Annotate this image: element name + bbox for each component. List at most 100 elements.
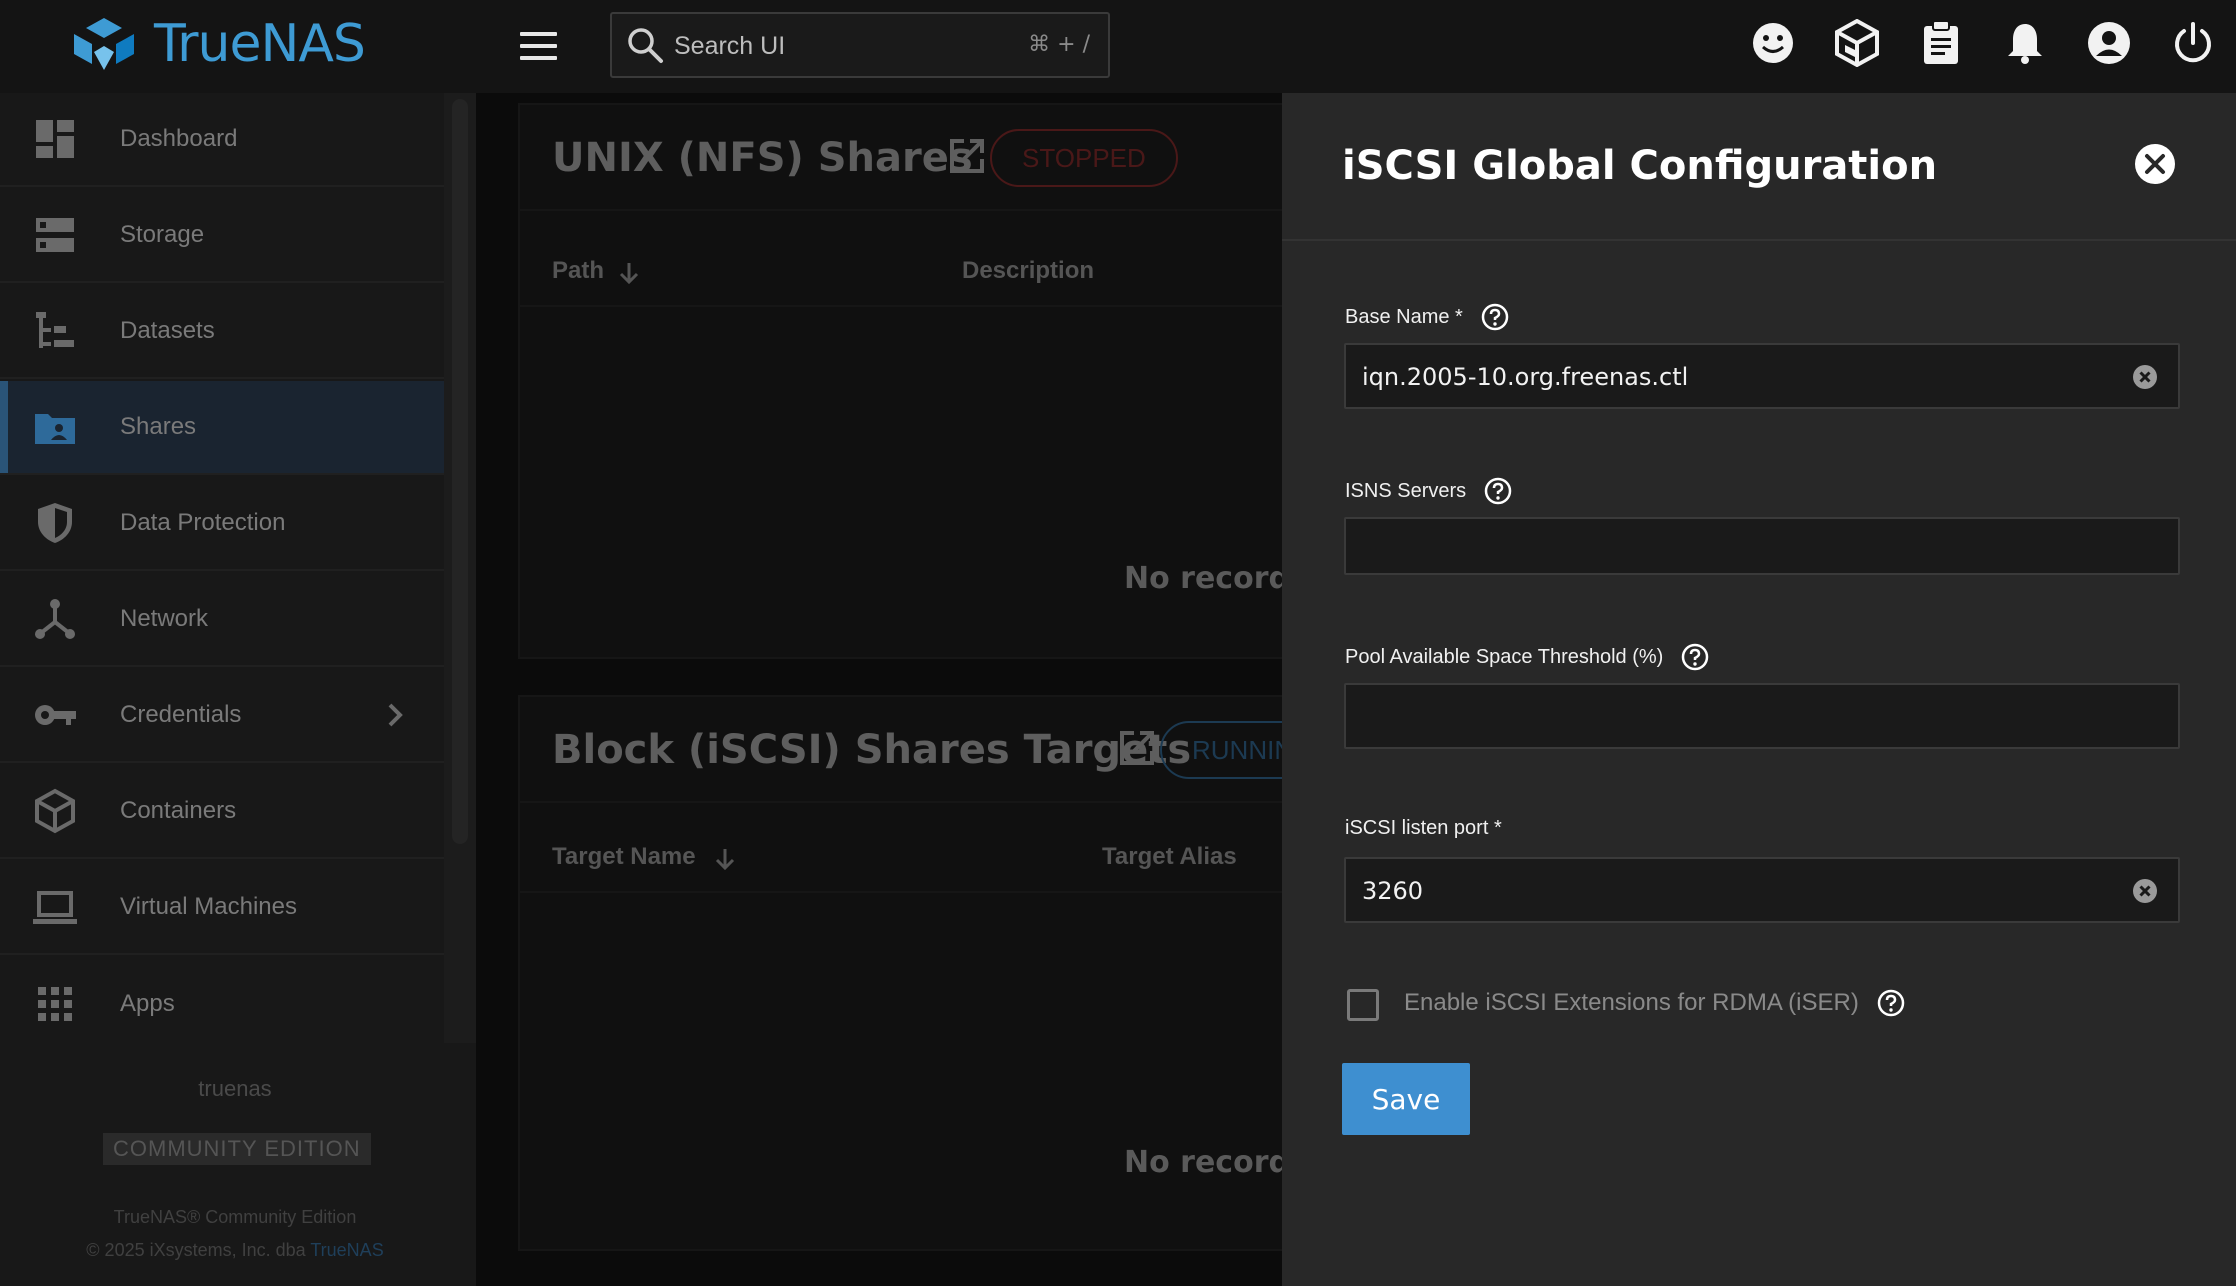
arrow-down-icon (619, 263, 639, 285)
sidebar-item-label: Storage (120, 221, 205, 248)
sidebar: Dashboard Storage Datasets Shares Data P… (0, 93, 476, 1286)
iser-label: Enable iSCSI Extensions for RDMA (iSER) (1404, 989, 1905, 1017)
open-in-new-icon[interactable] (1118, 729, 1156, 767)
sidebar-item-network[interactable]: Network (0, 573, 444, 667)
label-text: iSCSI listen port * (1345, 817, 1502, 839)
sidebar-item-datasets[interactable]: Datasets (0, 285, 444, 379)
chevron-right-icon (388, 703, 403, 727)
alerts-button[interactable] (2002, 18, 2048, 68)
truecommand-icon (1835, 19, 1879, 67)
column-header-target-alias[interactable]: Target Alias (1102, 843, 1237, 871)
isns-servers-label: ISNS Servers (1345, 477, 1512, 505)
help-icon[interactable] (1484, 477, 1512, 505)
search-input[interactable]: Search UI ⌘ + / (610, 12, 1110, 78)
listen-port-input[interactable]: 3260 (1344, 857, 2180, 923)
truenas-link[interactable]: TrueNAS (310, 1240, 383, 1260)
iser-checkbox[interactable] (1347, 989, 1379, 1021)
status-badge: STOPPED (990, 129, 1178, 187)
laptop-icon (33, 891, 77, 924)
column-header-target-name[interactable]: Target Name (552, 843, 696, 871)
input-value: 3260 (1362, 877, 1424, 905)
jobs-button[interactable] (1918, 18, 1964, 68)
smiley-icon (1753, 23, 1793, 63)
panel-title: iSCSI Global Configuration (1342, 143, 1938, 189)
shield-icon (38, 503, 72, 543)
sidebar-item-label: Network (120, 605, 209, 632)
arrow-down-icon (715, 849, 735, 871)
isns-servers-input[interactable] (1344, 517, 2180, 575)
network-icon (35, 599, 75, 639)
panel-header: iSCSI Global Configuration (1282, 93, 2236, 241)
account-icon (2088, 22, 2130, 64)
pool-threshold-label: Pool Available Space Threshold (%) (1345, 643, 1709, 671)
close-icon[interactable] (2134, 143, 2176, 185)
clipboard-icon (1924, 20, 1958, 64)
sidebar-item-storage[interactable]: Storage (0, 189, 444, 283)
column-header-description[interactable]: Description (962, 257, 1094, 285)
menu-toggle-button[interactable] (520, 32, 557, 60)
sidebar-item-label: Dashboard (120, 125, 238, 152)
iscsi-global-config-panel: iSCSI Global Configuration Base Name * i… (1282, 93, 2236, 1286)
topbar-actions (1750, 18, 2216, 68)
feedback-button[interactable] (1750, 18, 1796, 68)
iscsi-targets-card: Block (iSCSI) Shares Targets RUNNING Tar… (518, 695, 1282, 1251)
power-button[interactable] (2170, 18, 2216, 68)
cube-icon (35, 788, 75, 834)
hostname: truenas (198, 1076, 272, 1101)
sidebar-item-label: Credentials (120, 701, 242, 728)
sidebar-item-label: Data Protection (120, 509, 286, 536)
edition-badge: COMMUNITY EDITION (103, 1133, 371, 1165)
clear-icon[interactable] (2132, 364, 2158, 390)
copyright-text: © 2025 iXsystems, Inc. dba (86, 1240, 311, 1260)
shares-icon (35, 414, 75, 444)
empty-state-text: No records (1124, 561, 1282, 596)
datasets-icon (36, 312, 74, 348)
main-content: UNIX (NFS) Shares STOPPED Path Descripti… (476, 93, 1282, 1286)
bell-icon (2008, 24, 2042, 64)
sidebar-item-shares[interactable]: Shares (0, 381, 444, 475)
nfs-shares-card: UNIX (NFS) Shares STOPPED Path Descripti… (518, 103, 1282, 659)
listen-port-label: iSCSI listen port * (1345, 817, 1502, 840)
base-name-input[interactable]: iqn.2005-10.org.freenas.ctl (1344, 343, 2180, 409)
dashboard-icon (36, 120, 74, 158)
sidebar-item-apps[interactable]: Apps (0, 957, 444, 1051)
search-icon (628, 28, 663, 63)
save-button[interactable]: Save (1342, 1063, 1470, 1135)
brand-name: TrueNAS (154, 14, 366, 74)
top-bar: TrueNAS Search UI ⌘ + / (0, 0, 2236, 93)
copyright-line-2: © 2025 iXsystems, Inc. dba TrueNAS (0, 1240, 470, 1261)
help-icon[interactable] (1681, 643, 1709, 671)
pool-threshold-input[interactable] (1344, 683, 2180, 749)
label-text: Base Name * (1345, 305, 1463, 328)
sidebar-scrollbar[interactable] (444, 93, 476, 1043)
card-title: UNIX (NFS) Shares (552, 135, 973, 181)
label-text[interactable]: Enable iSCSI Extensions for RDMA (iSER) (1404, 989, 1859, 1017)
sidebar-item-label: Apps (120, 990, 175, 1017)
truenas-logo-mark-icon (74, 18, 134, 70)
input-value: iqn.2005-10.org.freenas.ctl (1362, 363, 1689, 391)
sidebar-item-containers[interactable]: Containers (0, 765, 444, 859)
truecommand-button[interactable] (1834, 18, 1880, 68)
clear-icon[interactable] (2132, 878, 2158, 904)
apps-grid-icon (38, 987, 72, 1021)
help-icon[interactable] (1481, 303, 1509, 331)
key-icon (35, 705, 76, 725)
copyright-line-1: TrueNAS® Community Edition (113, 1207, 357, 1227)
sidebar-item-dashboard[interactable]: Dashboard (0, 93, 444, 187)
sidebar-item-virtual-machines[interactable]: Virtual Machines (0, 861, 444, 955)
status-badge: RUNNING (1160, 721, 1282, 779)
search-placeholder: Search UI (674, 32, 786, 60)
help-icon[interactable] (1877, 989, 1905, 1017)
storage-icon (36, 218, 74, 252)
power-icon (2175, 22, 2211, 63)
truenas-logo[interactable]: TrueNAS (70, 14, 366, 74)
sidebar-item-credentials[interactable]: Credentials (0, 669, 444, 763)
open-in-new-icon[interactable] (948, 137, 986, 175)
sidebar-item-label: Virtual Machines (120, 893, 297, 920)
column-header-path[interactable]: Path (552, 257, 604, 285)
card-title: Block (iSCSI) Shares Targets (552, 727, 1192, 773)
sidebar-item-data-protection[interactable]: Data Protection (0, 477, 444, 571)
account-button[interactable] (2086, 18, 2132, 68)
label-text: Pool Available Space Threshold (%) (1345, 645, 1664, 668)
sidebar-item-label: Containers (120, 797, 237, 824)
